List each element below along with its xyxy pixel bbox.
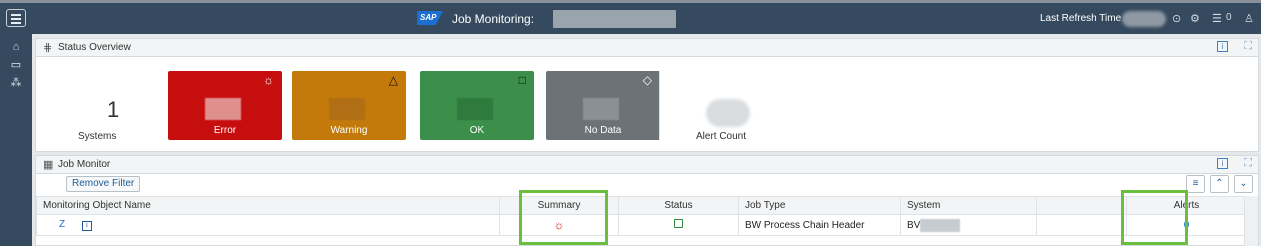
alerts-count[interactable]: 0 — [1226, 12, 1232, 23]
systems-label: Systems — [78, 131, 117, 142]
table-row[interactable]: Z i ☼ BW Process Chain Header BV 0 — [36, 214, 1247, 236]
user-icon[interactable]: ♙ — [1244, 12, 1254, 25]
tile-divider — [659, 71, 660, 140]
clock-icon[interactable]: ⊙ — [1172, 12, 1181, 25]
object-name-cell[interactable]: Z i — [36, 214, 500, 236]
tile-label: Warning — [330, 125, 368, 136]
panel-title: Status Overview — [58, 42, 131, 53]
tile-label: No Data — [584, 125, 622, 136]
system-cell: BV — [900, 214, 1037, 236]
value-redacted — [583, 98, 619, 120]
nodata-tile[interactable]: ◇ No Data — [546, 71, 660, 140]
job-monitor-panel: ▦ Job Monitor i ⛶ Remove Filter ≡ ⌃ ⌄ Mo… — [35, 155, 1259, 246]
filter-icon[interactable]: ≡ — [1186, 175, 1205, 193]
remove-filter-button[interactable]: Remove Filter — [66, 176, 141, 192]
settings-icon[interactable]: ⚙ — [1190, 12, 1200, 25]
warning-tile[interactable]: △ Warning — [292, 71, 406, 140]
alert-count-redacted — [706, 99, 750, 127]
systems-count: 1 — [107, 97, 120, 122]
table-header-row: Monitoring Object Name Summary Status Jo… — [36, 196, 1247, 215]
analytics-icon[interactable]: ⁂ — [0, 74, 32, 92]
side-navigation: ⌂ ▭ ⁂ — [0, 34, 32, 246]
tile-label: Error — [213, 125, 237, 136]
refresh-time: Last Refresh Time : 1 — [1040, 13, 1136, 24]
title-redacted — [553, 10, 676, 28]
menu-icon[interactable] — [6, 9, 26, 27]
job-type-cell: BW Process Chain Header — [738, 214, 901, 236]
value-redacted — [205, 98, 241, 120]
value-redacted — [329, 98, 365, 120]
status-cell — [618, 214, 739, 236]
object-name-link[interactable]: Z — [59, 219, 65, 230]
nodata-icon: ◇ — [642, 73, 652, 87]
value-redacted — [457, 98, 493, 120]
col-job-type[interactable]: Job Type — [738, 196, 901, 215]
ok-tile[interactable]: □ OK — [420, 71, 534, 140]
scroll-down-icon[interactable]: ⌄ — [1234, 175, 1253, 193]
status-overview-panel: ⋕ Status Overview i ⛶ 1 Systems ☼ Error … — [35, 38, 1259, 152]
alert-count-label: Alert Count — [696, 131, 747, 142]
panel-title: Job Monitor — [58, 159, 111, 170]
empty-cell — [1036, 214, 1127, 236]
summary-highlight — [519, 190, 608, 245]
tile-label: OK — [469, 125, 485, 136]
info-icon[interactable]: i — [1217, 41, 1228, 52]
sap-logo: SAP — [417, 11, 443, 25]
notification-icon[interactable]: ☰ — [1212, 12, 1222, 25]
hierarchy-icon: ⋕ — [43, 42, 53, 54]
col-empty — [1036, 196, 1127, 215]
ok-icon: □ — [518, 73, 526, 87]
table-scrollbar[interactable] — [1244, 196, 1258, 246]
scroll-up-icon[interactable]: ⌃ — [1210, 175, 1229, 193]
system-redacted — [920, 218, 961, 232]
table-toolbar: Remove Filter ≡ ⌃ ⌄ — [36, 174, 1258, 196]
error-icon: ☼ — [263, 73, 274, 87]
home-icon[interactable]: ⌂ — [0, 38, 32, 56]
alerts-highlight — [1121, 190, 1188, 245]
refresh-time-redacted — [1122, 11, 1166, 27]
panel-header: ⋕ Status Overview i ⛶ — [36, 39, 1258, 57]
system-value: BV — [907, 219, 921, 231]
col-status[interactable]: Status — [618, 196, 739, 215]
table-icon: ▦ — [43, 159, 54, 171]
warning-icon: △ — [388, 73, 398, 87]
col-monitoring-object[interactable]: Monitoring Object Name — [36, 196, 500, 215]
monitor-icon[interactable]: ▭ — [0, 56, 32, 74]
error-tile[interactable]: ☼ Error — [168, 71, 282, 140]
page-title: Job Monitoring: — [452, 12, 535, 26]
job-table: Monitoring Object Name Summary Status Jo… — [36, 196, 1247, 236]
info-icon[interactable]: i — [81, 221, 92, 231]
fullscreen-icon[interactable]: ⛶ — [1244, 157, 1252, 170]
fullscreen-icon[interactable]: ⛶ — [1244, 40, 1252, 53]
ok-icon — [674, 219, 683, 228]
panel-header: ▦ Job Monitor i ⛶ — [36, 156, 1258, 174]
shell-header: SAP Job Monitoring: Last Refresh Time : … — [0, 0, 1261, 34]
col-system[interactable]: System — [900, 196, 1037, 215]
info-icon[interactable]: i — [1217, 158, 1228, 169]
